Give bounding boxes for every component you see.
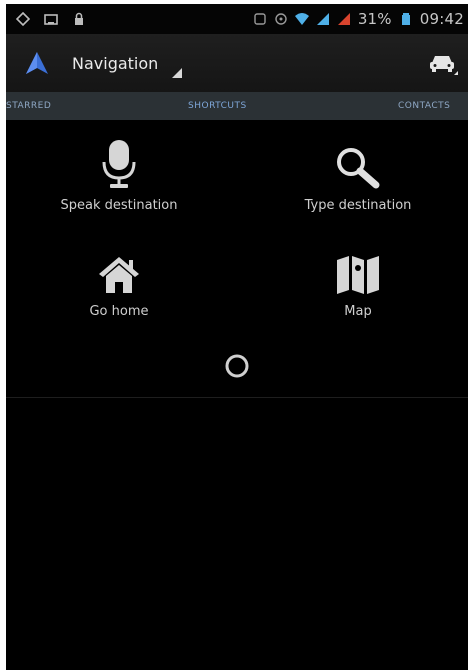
tab-shortcuts[interactable]: SHORTCUTS bbox=[188, 101, 247, 111]
type-destination-button[interactable]: Type destination bbox=[268, 138, 448, 213]
lock-icon bbox=[72, 12, 86, 26]
clock: 09:42 bbox=[419, 10, 464, 28]
go-home-button[interactable]: Go home bbox=[29, 244, 209, 319]
map-icon bbox=[335, 244, 381, 296]
type-destination-label: Type destination bbox=[304, 198, 412, 213]
signal-icon bbox=[316, 12, 330, 26]
microphone-icon bbox=[101, 138, 137, 190]
settings-icon bbox=[16, 12, 30, 26]
map-label: Map bbox=[344, 304, 372, 319]
divider bbox=[6, 397, 468, 398]
app-title: Navigation bbox=[72, 53, 159, 73]
battery-icon bbox=[399, 12, 413, 26]
status-bar: 31% 09:42 bbox=[6, 4, 468, 34]
navigation-arrow-icon[interactable] bbox=[24, 50, 50, 76]
car-icon[interactable] bbox=[426, 48, 460, 78]
dropdown-indicator-icon bbox=[172, 63, 183, 78]
go-home-label: Go home bbox=[89, 304, 149, 319]
loading-spinner-icon bbox=[225, 354, 249, 378]
tab-starred[interactable]: STARRED bbox=[6, 101, 51, 111]
action-bar: Navigation bbox=[6, 34, 468, 92]
phone-screen: 31% 09:42 Navigation STARRED SHORTCUTS C… bbox=[6, 4, 468, 670]
title-spinner[interactable]: Navigation bbox=[72, 53, 183, 78]
sync-icon bbox=[253, 12, 267, 26]
speak-destination-button[interactable]: Speak destination bbox=[29, 138, 209, 213]
home-icon bbox=[96, 244, 142, 296]
magnifier-icon bbox=[332, 138, 384, 190]
image-icon bbox=[44, 12, 58, 26]
signal-icon bbox=[337, 12, 351, 26]
battery-percent: 31% bbox=[357, 10, 392, 28]
tab-contacts[interactable]: CONTACTS bbox=[398, 101, 450, 111]
wifi-icon bbox=[294, 12, 309, 26]
speak-destination-label: Speak destination bbox=[60, 198, 178, 213]
tab-strip: STARRED SHORTCUTS CONTACTS bbox=[6, 92, 468, 120]
alarm-icon bbox=[274, 12, 288, 26]
map-button[interactable]: Map bbox=[268, 244, 448, 319]
